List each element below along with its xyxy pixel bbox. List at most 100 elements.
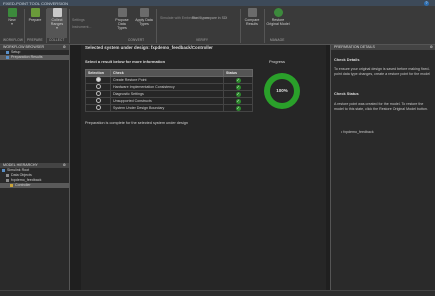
collect-ranges-button[interactable]: Collect Ranges ▾	[47, 8, 67, 38]
checks-table: Selection Check Status Create Restore Po…	[85, 69, 253, 112]
status-cell: ✓	[223, 83, 253, 91]
tree-item-label: fxpdemo_feedback	[11, 178, 42, 182]
setup-icon	[6, 50, 9, 54]
chevron-down-icon: ▾	[56, 26, 58, 30]
hierarchy-header-label: MODEL HIERARCHY	[3, 163, 38, 167]
model-link[interactable]: fxpdemo_feedback	[343, 130, 373, 134]
model-hierarchy: MODEL HIERARCHY ⚙ Simulink Root Data Obj…	[0, 163, 69, 188]
workflow-header-label: WORKFLOW BROWSER	[3, 45, 45, 49]
check-details-title: Check Details	[334, 57, 360, 62]
page-title: Selected system under design: fxpdemo_fe…	[85, 45, 213, 50]
status-cell: ✓	[223, 104, 253, 112]
selection-cell[interactable]	[85, 76, 111, 84]
radio-button[interactable]	[95, 91, 101, 96]
tree-item-label: Data Objects	[11, 173, 32, 177]
prepare-icon	[30, 8, 40, 17]
section-verify: VERIFY	[196, 38, 209, 42]
prepare-label: Prepare	[28, 18, 42, 22]
status-cell: ✓	[223, 97, 253, 105]
selection-cell[interactable]	[85, 83, 111, 91]
check-icon: ✓	[235, 77, 241, 83]
progress-label: Progress	[269, 59, 286, 64]
status-cell: ✓	[223, 90, 253, 98]
check-icon: ✓	[235, 91, 241, 97]
window-title: FIXED-POINT TOOL CONVERSION	[3, 0, 68, 6]
model-icon	[6, 178, 9, 182]
gear-icon[interactable]: ⚙	[63, 45, 66, 50]
settings-link[interactable]: Settings	[72, 18, 85, 22]
table-row[interactable]: Hardware Implementation Consistency ✓	[85, 83, 253, 91]
left-pane: WORKFLOW BROWSER ⚙ Setup Preparation Res…	[0, 45, 70, 295]
check-cell: System Under Design Boundary	[110, 104, 224, 112]
check-icon: ✓	[235, 105, 241, 111]
gear-icon[interactable]: ⚙	[430, 45, 433, 50]
divider	[240, 9, 241, 43]
table-row[interactable]: Create Restore Point ✓	[85, 76, 253, 84]
prepare-button[interactable]: Prepare	[26, 8, 44, 22]
compare-label: Compare Results	[244, 18, 260, 26]
help-icon[interactable]: ?	[424, 0, 429, 6]
workflow-item-preparation-results[interactable]: Preparation Results	[0, 55, 69, 60]
divider	[264, 9, 265, 43]
collect-ranges-icon	[52, 8, 62, 17]
details-pane: PREPARATION DETAILS ⚙ Check Details To e…	[330, 45, 435, 295]
section-collect: COLLECT	[49, 38, 65, 42]
section-convert: CONVERT	[128, 38, 145, 42]
radio-button[interactable]	[95, 77, 101, 82]
check-cell: Unsupported Constructs	[110, 97, 224, 105]
propose-data-types-button[interactable]: Propose Data Types	[113, 8, 131, 30]
instrument-link[interactable]: Instrument...	[72, 25, 91, 29]
radio-button[interactable]	[95, 98, 101, 103]
column-header: Check	[110, 69, 224, 77]
status-bar	[0, 290, 435, 296]
tree-item-label: Controller	[15, 183, 31, 187]
toolstrip: New ▾ Prepare Collect Ranges ▾ Settings …	[0, 6, 435, 45]
tree-item-controller[interactable]: Controller	[0, 183, 69, 188]
radio-button[interactable]	[95, 105, 101, 110]
selection-cell[interactable]	[85, 97, 111, 105]
details-header: PREPARATION DETAILS ⚙	[331, 45, 435, 50]
selection-cell[interactable]	[85, 90, 111, 98]
section-manage: MANAGE	[270, 38, 285, 42]
subsystem-icon	[10, 183, 13, 187]
divider	[156, 9, 157, 43]
table-row[interactable]: Unsupported Constructs ✓	[85, 97, 253, 105]
restore-point-link[interactable]: • fxpdemo_feedback	[341, 130, 421, 135]
check-details-text: To ensure your original design is saved …	[334, 67, 431, 76]
completion-message: Preparation is complete for the selected…	[85, 121, 188, 125]
apply-label: Apply Data Types	[135, 18, 153, 26]
restore-original-model-button[interactable]: Restore Original Model	[266, 8, 290, 26]
divider	[24, 9, 25, 43]
section-workflow: WORKFLOW	[3, 38, 23, 42]
propose-icon	[117, 8, 127, 17]
compare-icon	[247, 8, 257, 17]
compare-results-button[interactable]: Compare Results	[243, 8, 261, 26]
progress-ring: 100%	[264, 73, 300, 109]
model-hierarchy-header[interactable]: MODEL HIERARCHY ⚙	[0, 163, 69, 168]
propose-label: Propose Data Types	[115, 18, 129, 30]
restore-icon	[273, 8, 283, 17]
progress-value: 100%	[270, 79, 294, 103]
gear-icon[interactable]: ⚙	[63, 163, 66, 168]
details-header-label: PREPARATION DETAILS	[334, 45, 375, 49]
simulink-icon	[2, 168, 5, 172]
run-compare-link[interactable]: Run to compare in SDI	[192, 16, 227, 20]
table-row[interactable]: Diagnostic Settings ✓	[85, 90, 253, 98]
apply-data-types-button[interactable]: Apply Data Types	[135, 8, 153, 26]
selection-cell[interactable]	[85, 104, 111, 112]
check-cell: Create Restore Point	[110, 76, 224, 84]
apply-icon	[139, 8, 149, 17]
table-header-row: Selection Check Status	[85, 69, 253, 77]
section-prepare: PREPARE	[27, 38, 43, 42]
collect-ranges-label: Collect Ranges	[50, 18, 64, 26]
chevron-down-icon: ▾	[11, 22, 13, 26]
check-cell: Hardware Implementation Consistency	[110, 83, 224, 91]
workflow-item-label: Preparation Results	[11, 55, 43, 59]
check-icon: ✓	[235, 84, 241, 90]
new-button[interactable]: New ▾	[3, 8, 21, 26]
check-status-title: Check Status	[334, 91, 359, 96]
new-icon	[7, 8, 17, 17]
table-row[interactable]: System Under Design Boundary ✓	[85, 104, 253, 112]
workflow-browser-header[interactable]: WORKFLOW BROWSER ⚙	[0, 45, 69, 50]
radio-button[interactable]	[95, 84, 101, 89]
